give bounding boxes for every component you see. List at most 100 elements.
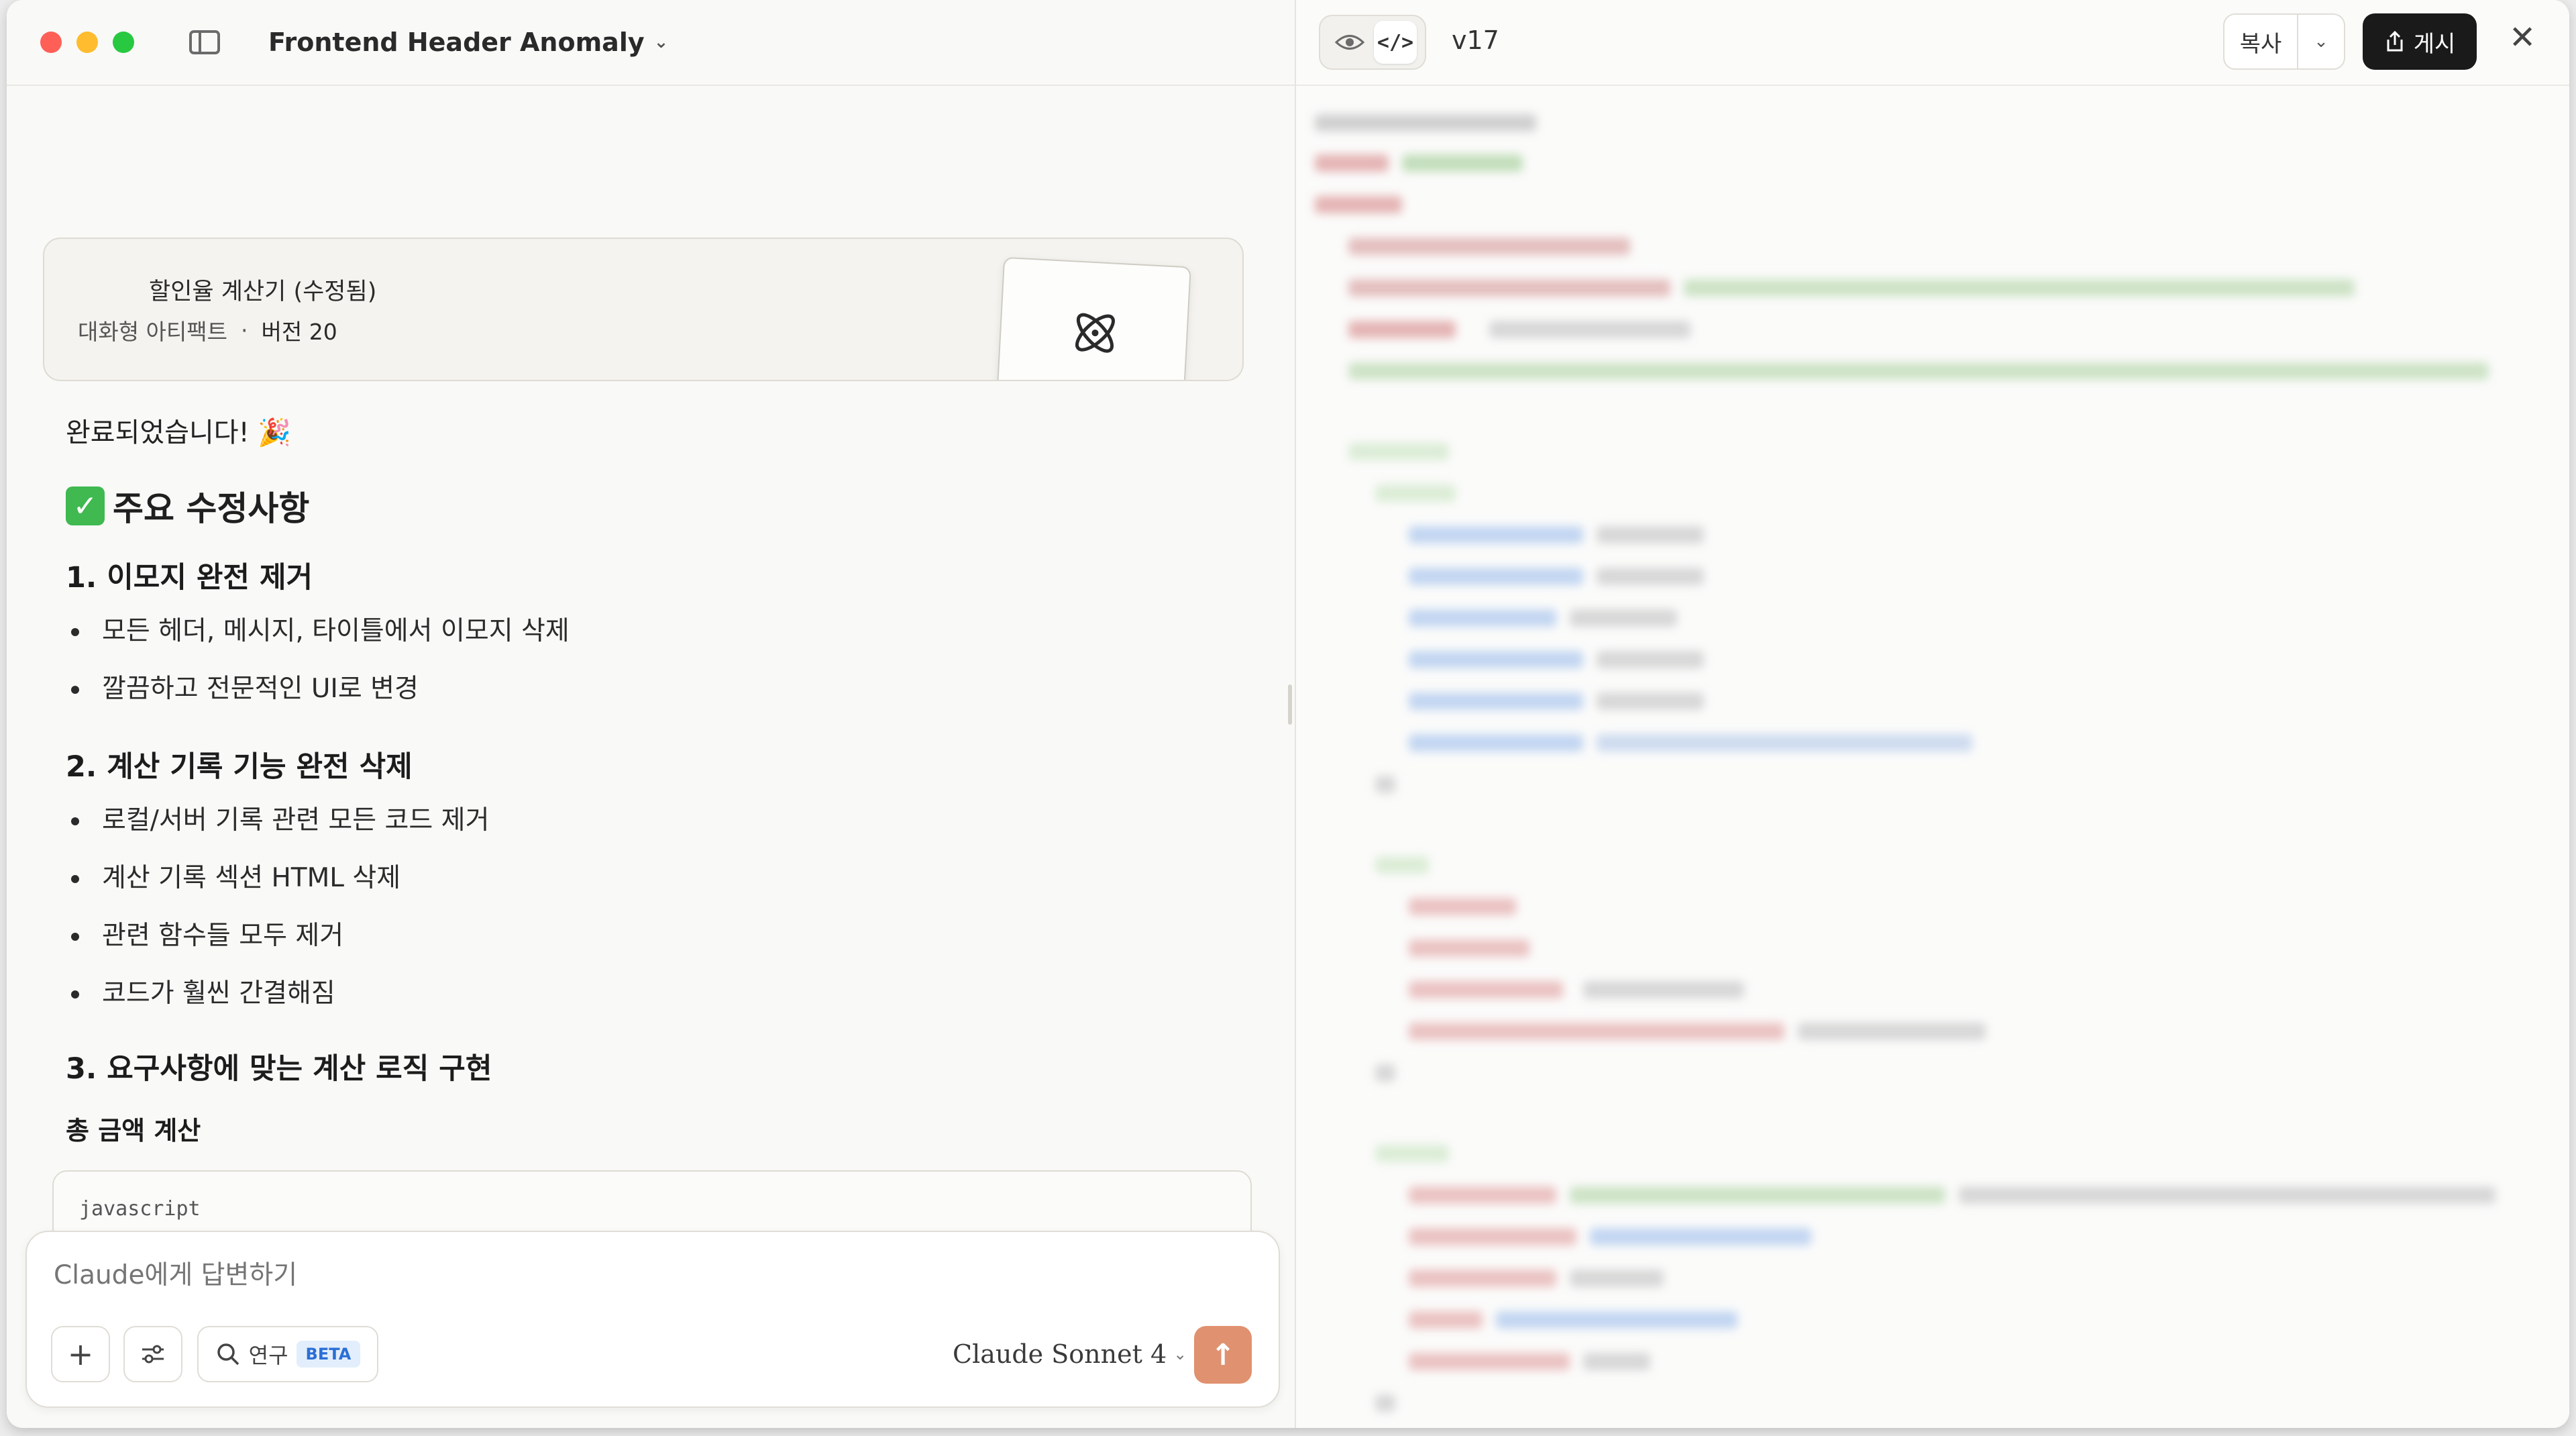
code-line bbox=[1597, 734, 1972, 752]
research-label: 연구 bbox=[248, 1343, 288, 1368]
model-label: Claude Sonnet 4 bbox=[953, 1339, 1167, 1369]
publish-button[interactable]: 게시 bbox=[2363, 13, 2477, 70]
artifact-title: 할인율 계산기 (수정됨) bbox=[149, 278, 377, 305]
minimize-window-button[interactable] bbox=[76, 32, 98, 53]
beta-badge: BETA bbox=[296, 1341, 361, 1368]
code-line bbox=[1409, 1228, 1576, 1245]
code-line bbox=[1409, 1353, 1570, 1370]
list-item: 코드가 훨씬 간결해짐 bbox=[66, 974, 1241, 1032]
code-line bbox=[1348, 238, 1630, 255]
code-brackets-icon: </> bbox=[1377, 30, 1414, 54]
code-line bbox=[1409, 898, 1516, 915]
chevron-down-icon: ⌄ bbox=[2314, 32, 2328, 52]
code-line bbox=[1409, 1270, 1556, 1287]
section-heading: 2. 계산 기록 기능 완전 삭제 bbox=[66, 750, 413, 784]
artifact-panel: </> v17 복사 ⌄ 게시 ✕ bbox=[1296, 0, 2569, 1428]
view-mode-toggle: </> bbox=[1319, 15, 1426, 70]
code-line bbox=[1409, 1186, 1556, 1204]
sliders-icon bbox=[142, 1345, 164, 1364]
code-line bbox=[1409, 693, 1583, 710]
code-line bbox=[1409, 1023, 1784, 1040]
bullet-list: 모든 헤더, 메시지, 타이틀에서 이모지 삭제 깔끔하고 전문적인 UI로 변… bbox=[66, 612, 1241, 727]
artifact-version-label: v17 bbox=[1452, 25, 1499, 55]
list-item: 모든 헤더, 메시지, 타이틀에서 이모지 삭제 bbox=[66, 612, 1241, 670]
meta-separator: · bbox=[241, 317, 248, 344]
code-line bbox=[1684, 279, 2355, 297]
preview-tab[interactable] bbox=[1328, 21, 1371, 64]
copy-button[interactable]: 복사 bbox=[2224, 15, 2298, 68]
bullet-list: 로컬/서버 기록 관련 모든 코드 제거 계산 기록 섹션 HTML 삭제 관련… bbox=[66, 801, 1241, 1032]
code-line bbox=[1583, 981, 1744, 998]
code-line bbox=[1798, 1023, 1986, 1040]
code-line bbox=[1597, 568, 1704, 585]
add-attachment-button[interactable]: + bbox=[51, 1326, 110, 1382]
code-line bbox=[1570, 609, 1677, 627]
main-heading-text: 주요 수정사항 bbox=[113, 489, 310, 528]
code-block: javascript bbox=[52, 1170, 1252, 1237]
research-button[interactable]: 연구 BETA bbox=[197, 1326, 378, 1382]
artifact-version: 버전 20 bbox=[261, 319, 337, 345]
subheading: 총 금액 계산 bbox=[66, 1116, 201, 1145]
code-line bbox=[1409, 1311, 1483, 1329]
copy-options-dropdown[interactable]: ⌄ bbox=[2298, 15, 2344, 68]
code-line bbox=[1315, 114, 1536, 132]
code-language-label: javascript bbox=[79, 1197, 201, 1221]
code-line bbox=[1409, 609, 1556, 627]
conversation-title-dropdown[interactable]: Frontend Header Anomaly ⌄ bbox=[268, 28, 668, 57]
code-line bbox=[1597, 526, 1704, 544]
code-line bbox=[1597, 651, 1704, 668]
artifact-meta: 대화형 아티팩트 · 버전 20 bbox=[78, 314, 337, 346]
reply-input[interactable] bbox=[54, 1260, 1060, 1290]
section-heading: 3. 요구사항에 맞는 계산 로직 구현 bbox=[66, 1052, 492, 1086]
close-window-button[interactable] bbox=[40, 32, 62, 53]
code-line bbox=[1489, 321, 1690, 338]
message-composer: + 연구 BETA Claude So bbox=[25, 1231, 1280, 1408]
code-line bbox=[1409, 939, 1529, 957]
magnifier-icon bbox=[217, 1343, 239, 1366]
atom-icon bbox=[1075, 313, 1115, 353]
maximize-window-button[interactable] bbox=[113, 32, 134, 53]
app-window: Frontend Header Anomaly ⌄ 할인율 계산기 (수정됨) … bbox=[7, 0, 2569, 1428]
artifact-card[interactable]: 할인율 계산기 (수정됨) 대화형 아티팩트 · 버전 20 bbox=[43, 238, 1244, 381]
main-heading: ✓ 주요 수정사항 bbox=[66, 482, 1241, 530]
check-mark-icon: ✓ bbox=[66, 486, 105, 525]
code-line bbox=[1375, 1145, 1449, 1162]
close-icon[interactable]: ✕ bbox=[2509, 19, 2536, 56]
code-line bbox=[1315, 196, 1402, 213]
code-line bbox=[1409, 526, 1583, 544]
window-controls bbox=[40, 32, 134, 53]
code-line bbox=[1348, 321, 1456, 338]
code-line bbox=[1375, 776, 1395, 793]
code-line bbox=[1959, 1186, 2496, 1204]
artifact-thumbnail[interactable] bbox=[996, 256, 1191, 380]
code-line bbox=[1409, 651, 1583, 668]
send-button[interactable]: ↑ bbox=[1194, 1326, 1252, 1384]
tools-button[interactable] bbox=[123, 1326, 182, 1382]
code-line bbox=[1409, 981, 1563, 998]
sidebar-toggle-icon[interactable] bbox=[189, 30, 220, 54]
code-line bbox=[1409, 734, 1583, 752]
list-item: 깔끔하고 전문적인 UI로 변경 bbox=[66, 670, 1241, 727]
eye-icon bbox=[1335, 35, 1364, 50]
conversation-title: Frontend Header Anomaly bbox=[268, 28, 645, 57]
code-tab[interactable]: </> bbox=[1374, 21, 1417, 64]
artifact-type: 대화형 아티팩트 bbox=[78, 319, 228, 345]
chat-pane: Frontend Header Anomaly ⌄ 할인율 계산기 (수정됨) … bbox=[7, 0, 1296, 1428]
code-line bbox=[1348, 279, 1670, 297]
code-line bbox=[1348, 443, 1449, 460]
copy-button-group: 복사 ⌄ bbox=[2223, 13, 2345, 70]
chevron-down-icon: ⌄ bbox=[653, 32, 669, 52]
model-selector[interactable]: Claude Sonnet 4 ⌄ bbox=[953, 1339, 1187, 1369]
code-line bbox=[1375, 484, 1456, 502]
completion-text: 완료되었습니다! 🎉 bbox=[66, 417, 292, 448]
code-line bbox=[1348, 362, 2489, 380]
list-item: 계산 기록 섹션 HTML 삭제 bbox=[66, 859, 1241, 917]
code-line bbox=[1375, 1064, 1395, 1082]
arrow-up-icon: ↑ bbox=[1210, 1337, 1236, 1372]
code-viewer[interactable] bbox=[1315, 101, 2569, 1428]
code-line bbox=[1496, 1311, 1737, 1329]
pane-resize-handle[interactable] bbox=[1288, 684, 1292, 725]
plus-icon: + bbox=[67, 1336, 94, 1372]
code-line bbox=[1402, 154, 1523, 172]
title-bar: Frontend Header Anomaly ⌄ bbox=[7, 0, 1295, 86]
